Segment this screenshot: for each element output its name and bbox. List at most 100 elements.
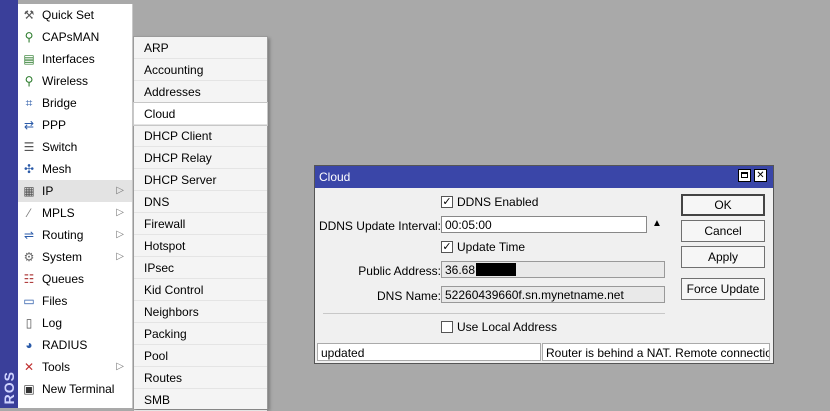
cancel-button[interactable]: Cancel [681, 220, 765, 242]
ddns-interval-label: DDNS Update Interval: [318, 219, 441, 233]
menu-item-label: Quick Set [42, 8, 95, 22]
submenu-item-dhcp-client[interactable]: DHCP Client [134, 125, 267, 147]
menu-item-new-terminal[interactable]: ▣ New Terminal [18, 378, 132, 400]
submenu-item-dhcp-relay[interactable]: DHCP Relay [134, 147, 267, 169]
menu-item-system[interactable]: ⚙ System ▷ [18, 246, 132, 268]
menu-item-ppp[interactable]: ⇄ PPP [18, 114, 132, 136]
menu-item-mesh[interactable]: ✣ Mesh [18, 158, 132, 180]
submenu-arrow-icon: ▷ [116, 229, 124, 240]
wireless-icon: ⚲ [24, 74, 34, 88]
maximize-icon[interactable] [738, 169, 751, 182]
ok-button[interactable]: OK [681, 194, 765, 216]
menu-item-label: Mesh [42, 162, 72, 176]
menu-item-quick-set[interactable]: ⚒ Quick Set [18, 4, 132, 26]
ppp-icon: ⇄ [23, 118, 35, 132]
tools-icon: ✕ [23, 360, 35, 374]
menu-item-label: Log [42, 316, 63, 330]
interfaces-icon: ▤ [23, 52, 35, 66]
submenu-arrow-icon: ▷ [116, 207, 124, 218]
update-time-checkbox[interactable]: ✓ [441, 241, 453, 253]
capsman-icon: ⚲ [24, 30, 34, 44]
cloud-dialog: Cloud ✕ ✓ DDNS Enabled DDNS Update Inter… [314, 165, 774, 364]
submenu-item-arp[interactable]: ARP [134, 37, 267, 59]
menu-item-label: RADIUS [42, 338, 88, 352]
collapse-up-icon[interactable]: ▲ [652, 218, 662, 229]
check-icon: ✓ [442, 196, 452, 208]
menu-item-label: MPLS [42, 206, 75, 220]
menu-item-radius[interactable]: ◕ RADIUS [18, 334, 132, 356]
menu-item-mpls[interactable]: ⁄ MPLS ▷ [18, 202, 132, 224]
menu-item-label: CAPsMAN [42, 30, 100, 44]
public-address-field: 36.68. [441, 261, 665, 278]
status-right: Router is behind a NAT. Remote connectio… [542, 343, 770, 361]
submenu-item-dhcp-server[interactable]: DHCP Server [134, 169, 267, 191]
dns-name-field: 52260439660f.sn.mynetname.net [441, 286, 665, 303]
menu-item-label: Tools [42, 360, 71, 374]
dialog-title: Cloud [319, 170, 351, 184]
submenu-item-kid-control[interactable]: Kid Control [134, 279, 267, 301]
ddns-enabled-checkbox[interactable]: ✓ [441, 196, 453, 208]
menu-item-label: Interfaces [42, 52, 95, 66]
submenu-arrow-icon: ▷ [116, 251, 124, 262]
quick-set-icon: ⚒ [23, 8, 35, 22]
use-local-address-label: Use Local Address [457, 320, 558, 334]
menu-item-files[interactable]: ▭ Files [18, 290, 132, 312]
menu-item-label: Switch [42, 140, 78, 154]
use-local-address-checkbox[interactable] [441, 321, 453, 333]
menu-item-label: Files [42, 294, 68, 308]
main-menu: ⚒ Quick Set ⚲ CAPsMAN ▤ Interfaces ⚲ Wireless ⌗ B… [18, 4, 133, 408]
apply-button[interactable]: Apply [681, 246, 765, 268]
radius-icon: ◕ [25, 338, 33, 352]
submenu-item-ipsec[interactable]: IPsec [134, 257, 267, 279]
submenu-item-neighbors[interactable]: Neighbors [134, 301, 267, 323]
system-icon: ⚙ [23, 250, 35, 264]
menu-item-routing[interactable]: ⇌ Routing ▷ [18, 224, 132, 246]
submenu-item-pool[interactable]: Pool [134, 345, 267, 367]
submenu-item-addresses[interactable]: Addresses [134, 81, 267, 103]
submenu-arrow-icon: ▷ [116, 361, 124, 372]
submenu-arrow-icon: ▷ [116, 185, 124, 196]
check-icon: ✓ [442, 241, 452, 253]
menu-item-tools[interactable]: ✕ Tools ▷ [18, 356, 132, 378]
redaction-bar [476, 263, 516, 276]
mpls-icon: ⁄ [27, 206, 30, 220]
brand-strip: ROS [0, 0, 18, 408]
menu-item-bridge[interactable]: ⌗ Bridge [18, 92, 132, 114]
dns-name-label: DNS Name: [376, 289, 441, 303]
submenu-item-firewall[interactable]: Firewall [134, 213, 267, 235]
submenu-item-accounting[interactable]: Accounting [134, 59, 267, 81]
force-update-button[interactable]: Force Update [681, 278, 765, 300]
close-icon[interactable]: ✕ [754, 169, 767, 182]
routing-icon: ⇌ [23, 228, 35, 242]
switch-icon: ☰ [23, 140, 35, 154]
ip-submenu: ARP Accounting Addresses Cloud DHCP Client DH… [133, 36, 268, 411]
menu-item-log[interactable]: ▯ Log [18, 312, 132, 334]
log-icon: ▯ [25, 316, 33, 330]
menu-item-switch[interactable]: ☰ Switch [18, 136, 132, 158]
menu-item-label: IP [42, 184, 54, 198]
ddns-interval-input[interactable]: 00:05:00 [441, 216, 647, 233]
menu-item-label: PPP [42, 118, 67, 132]
ip-icon: ▦ [23, 184, 35, 198]
submenu-item-packing[interactable]: Packing [134, 323, 267, 345]
submenu-item-cloud[interactable]: Cloud [133, 102, 268, 126]
submenu-item-routes[interactable]: Routes [134, 367, 267, 389]
menu-item-label: Routing [42, 228, 84, 242]
menu-item-queues[interactable]: ☷ Queues [18, 268, 132, 290]
menu-item-label: Bridge [42, 96, 77, 110]
menu-item-capsman[interactable]: ⚲ CAPsMAN [18, 26, 132, 48]
divider [323, 313, 665, 314]
bridge-icon: ⌗ [25, 96, 33, 110]
menu-item-ip[interactable]: ▦ IP ▷ [18, 180, 132, 202]
terminal-icon: ▣ [23, 382, 35, 396]
queues-icon: ☷ [23, 272, 35, 286]
dialog-titlebar[interactable]: Cloud ✕ [315, 166, 773, 188]
submenu-item-dns[interactable]: DNS [134, 191, 267, 213]
menu-item-interfaces[interactable]: ▤ Interfaces [18, 48, 132, 70]
menu-item-wireless[interactable]: ⚲ Wireless [18, 70, 132, 92]
public-address-label: Public Address: [358, 264, 441, 278]
brand-text: ROS [1, 370, 17, 404]
submenu-item-hotspot[interactable]: Hotspot [134, 235, 267, 257]
menu-item-label: New Terminal [42, 382, 115, 396]
files-icon: ▭ [23, 294, 35, 308]
